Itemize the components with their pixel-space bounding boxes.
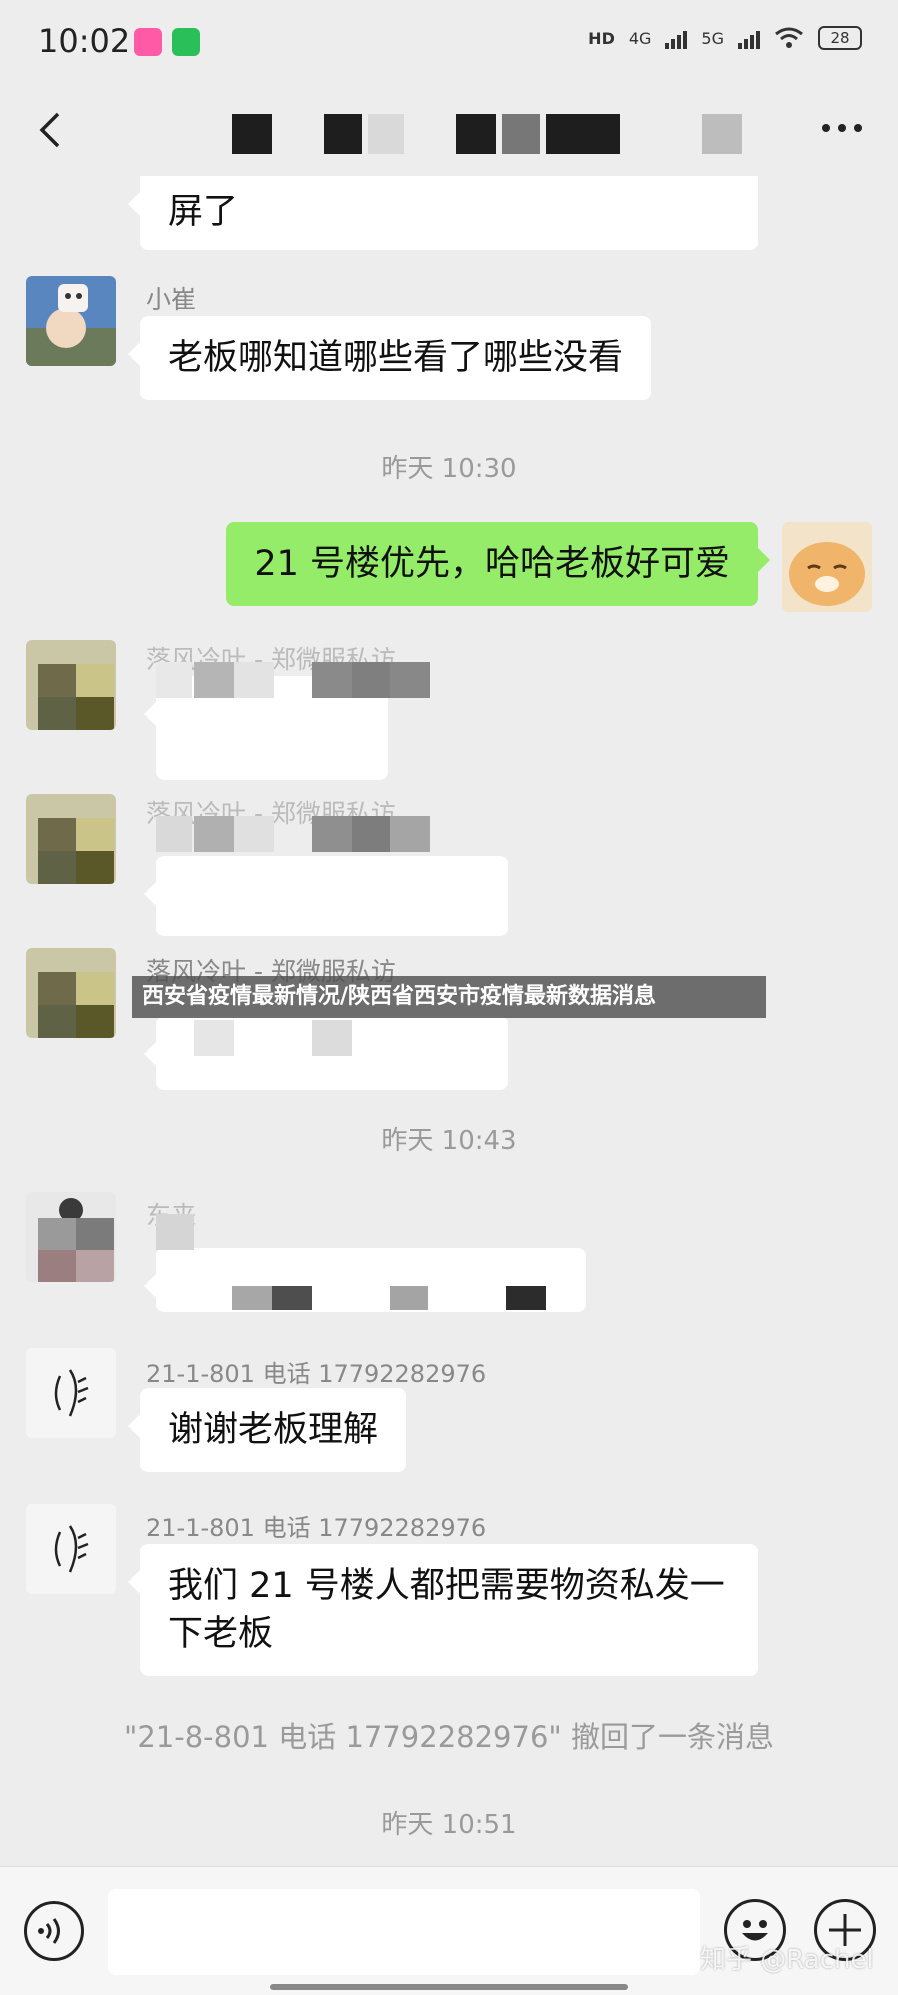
chevron-left-icon[interactable] (28, 106, 76, 154)
signal-icon-2 (738, 27, 760, 49)
battery-icon: 28 (818, 26, 862, 50)
mosaic-block (194, 662, 234, 698)
network-4g-label: 4G (628, 28, 652, 48)
wifi-icon (775, 27, 803, 48)
mosaic-block (312, 662, 352, 698)
status-bar: 10:02 HD 4G 5G 28 (0, 0, 898, 84)
status-icons: HD 4G 5G 28 (588, 26, 862, 50)
mosaic-block (234, 816, 274, 852)
mosaic-block (156, 662, 192, 698)
message-text: 老板哪知道哪些看了哪些没看 (168, 338, 624, 378)
mosaic-block (390, 1286, 428, 1310)
sender-name: 21-1-801 电话 17792282976 (146, 1514, 487, 1542)
watermark: 知乎 @Rachel (700, 1945, 874, 1975)
voice-icon[interactable] (24, 1901, 84, 1961)
avatar[interactable] (26, 948, 116, 1038)
mosaic-block (506, 1286, 546, 1310)
avatar[interactable] (26, 1504, 116, 1594)
message-bubble-self[interactable]: 21 号楼优先，哈哈老板好可爱 (226, 522, 770, 606)
mosaic-block (390, 816, 430, 852)
chat-area[interactable]: 屏了 小崔 老板哪知道哪些看了哪些没看 昨天 10:30 21 号楼优先，哈哈老… (0, 176, 898, 1866)
message-text: 我们 21 号楼人都把需要物资私发一下老板 (168, 1566, 725, 1654)
message-text: 谢谢老板理解 (168, 1410, 379, 1450)
mosaic-block (390, 662, 430, 698)
avatar[interactable] (26, 1192, 116, 1282)
mosaic-block (156, 816, 192, 852)
headline-banner: 西安省疫情最新情况/陕西省西安市疫情最新数据消息 (132, 976, 766, 1018)
avatar[interactable] (26, 276, 116, 366)
message-bubble[interactable]: 谢谢老板理解 (127, 1388, 407, 1472)
sender-name: 21-1-801 电话 17792282976 (146, 1360, 487, 1388)
music-app-icon (134, 28, 162, 56)
avatar[interactable] (26, 1348, 116, 1438)
message-text: 屏了 (168, 192, 239, 232)
message-bubble[interactable]: 我们 21 号楼人都把需要物资私发一下老板 (128, 1544, 758, 1676)
mosaic-block (232, 1286, 272, 1310)
chat-title-obscured (232, 114, 742, 154)
avatar[interactable] (26, 794, 116, 884)
network-5g-label: 5G (701, 28, 724, 48)
time-label: 昨天 10:30 (381, 454, 517, 484)
mosaic-block (352, 662, 390, 698)
message-bubble[interactable]: 老板哪知道哪些看了哪些没看 (127, 316, 652, 400)
video-app-icon (172, 28, 200, 56)
avatar-self[interactable] (782, 522, 872, 612)
mosaic-block (194, 816, 234, 852)
time-label: 昨天 10:51 (381, 1810, 517, 1840)
signal-icon (665, 27, 688, 49)
ellipsis-icon[interactable] (822, 124, 862, 132)
message-bubble-obscured[interactable] (144, 856, 508, 936)
time-label: 昨天 10:43 (381, 1126, 517, 1156)
nav-bar (0, 84, 898, 176)
mosaic-block (234, 662, 274, 698)
mosaic-block (194, 1020, 234, 1056)
mosaic-block (312, 1020, 352, 1056)
input-bar: 知乎 @Rachel (0, 1866, 898, 1995)
sender-name: 小崔 (146, 285, 197, 314)
hd-label: HD (588, 28, 615, 48)
message-input[interactable] (108, 1889, 700, 1975)
mosaic-block (156, 1214, 194, 1250)
message-bubble[interactable]: 屏了 (128, 176, 758, 250)
mosaic-block (312, 816, 352, 852)
home-indicator[interactable] (270, 1984, 628, 1990)
message-text: 21 号楼优先，哈哈老板好可爱 (254, 544, 730, 584)
recall-notice: "21-8-801 电话 17792282976" 撤回了一条消息 (124, 1720, 774, 1754)
status-time: 10:02 (38, 22, 131, 60)
mosaic-block (272, 1286, 312, 1310)
avatar[interactable] (26, 640, 116, 730)
mosaic-block (352, 816, 390, 852)
